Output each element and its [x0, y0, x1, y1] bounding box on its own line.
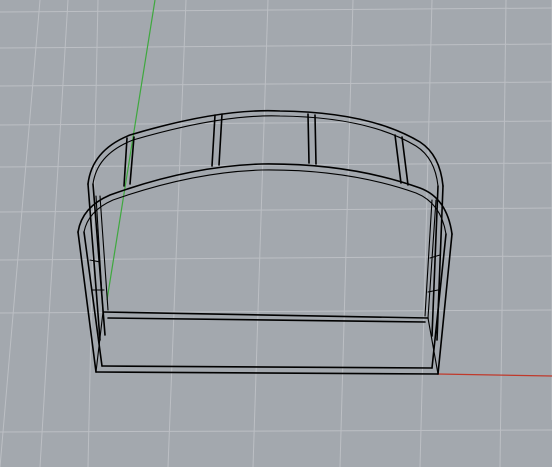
construction-grid	[0, 0, 552, 467]
viewport-canvas[interactable]	[0, 0, 552, 467]
curved-frame-object[interactable]	[77, 109, 453, 375]
x-axis-line	[436, 373, 552, 377]
perspective-viewport[interactable]	[0, 0, 552, 467]
